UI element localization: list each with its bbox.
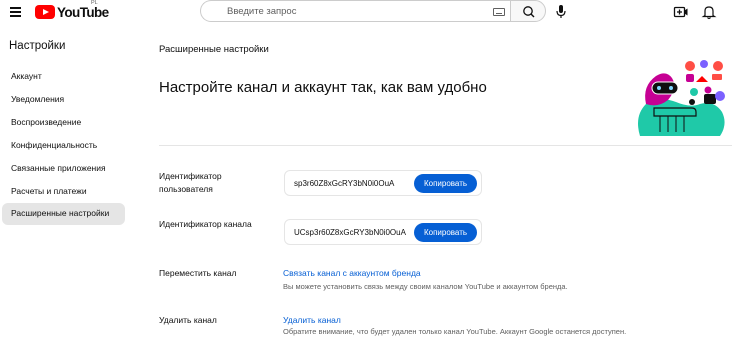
search-button[interactable] [510, 0, 546, 22]
create-icon [673, 6, 688, 18]
delete-channel-link[interactable]: Удалить канал [283, 315, 341, 325]
channel-id-field: UCsp3r60Z8xGcRY3bN0i0OuA Копировать [284, 219, 482, 245]
mic-icon [556, 5, 566, 18]
create-button[interactable] [672, 3, 690, 21]
youtube-logo[interactable]: YouTube [35, 4, 109, 20]
logo-text: YouTube [57, 4, 109, 20]
delete-channel-description: Обратите внимание, что будет удален толь… [283, 327, 627, 336]
move-channel-label: Переместить канал [159, 268, 237, 278]
user-id-label-line2: пользователя [159, 184, 213, 194]
menu-icon[interactable] [8, 3, 26, 21]
notifications-button[interactable] [700, 3, 718, 21]
search-input[interactable] [209, 4, 497, 19]
sidebar-item-billing[interactable]: Расчеты и платежи [2, 181, 125, 203]
keyboard-icon[interactable] [493, 8, 505, 16]
sidebar-item-label: Уведомления [11, 94, 65, 104]
sidebar-item-advanced-settings[interactable]: Расширенные настройки [2, 203, 125, 225]
section-title: Расширенные настройки [159, 44, 269, 55]
divider [159, 145, 732, 146]
user-id-label-line1: Идентификатор [159, 171, 222, 181]
youtube-logo-icon [35, 5, 55, 19]
sidebar-item-label: Аккаунт [11, 71, 42, 81]
mic-button[interactable] [552, 2, 570, 20]
sidebar-item-label: Расчеты и платежи [11, 186, 87, 196]
move-channel-description: Вы можете установить связь между своим к… [283, 282, 568, 291]
sidebar-item-label: Расширенные настройки [11, 208, 110, 218]
sidebar-title: Настройки [9, 40, 66, 52]
sidebar-item-label: Воспроизведение [11, 117, 82, 127]
sidebar-item-label: Конфиденциальность [11, 140, 98, 150]
page-headline: Настройте канал и аккаунт так, как вам у… [159, 79, 487, 96]
user-id-value[interactable]: sp3r60Z8xGcRY3bN0i0OuA [294, 179, 394, 188]
sidebar-item-connected-apps[interactable]: Связанные приложения [2, 158, 125, 180]
logo-country-code: PL [91, 0, 98, 6]
link-brand-account-link[interactable]: Связать канал с аккаунтом бренда [283, 268, 421, 278]
sidebar-item-account[interactable]: Аккаунт [2, 66, 125, 88]
copy-user-id-button[interactable]: Копировать [414, 174, 477, 193]
user-id-label: Идентификатор пользователя [159, 170, 222, 196]
advanced-settings-illustration [638, 60, 725, 136]
sidebar-item-playback[interactable]: Воспроизведение [2, 112, 125, 134]
delete-channel-label: Удалить канал [159, 315, 217, 325]
search-box [200, 0, 510, 22]
sidebar-item-notifications[interactable]: Уведомления [2, 89, 125, 111]
bell-icon [701, 6, 717, 20]
copy-channel-id-button[interactable]: Копировать [414, 223, 477, 242]
sidebar-item-privacy[interactable]: Конфиденциальность [2, 135, 125, 157]
search-icon [523, 6, 535, 18]
top-bar: YouTube PL [0, 0, 732, 24]
channel-id-value[interactable]: UCsp3r60Z8xGcRY3bN0i0OuA [294, 228, 406, 237]
sidebar-item-label: Связанные приложения [11, 163, 106, 173]
user-id-field: sp3r60Z8xGcRY3bN0i0OuA Копировать [284, 170, 482, 196]
channel-id-label: Идентификатор канала [159, 219, 252, 229]
